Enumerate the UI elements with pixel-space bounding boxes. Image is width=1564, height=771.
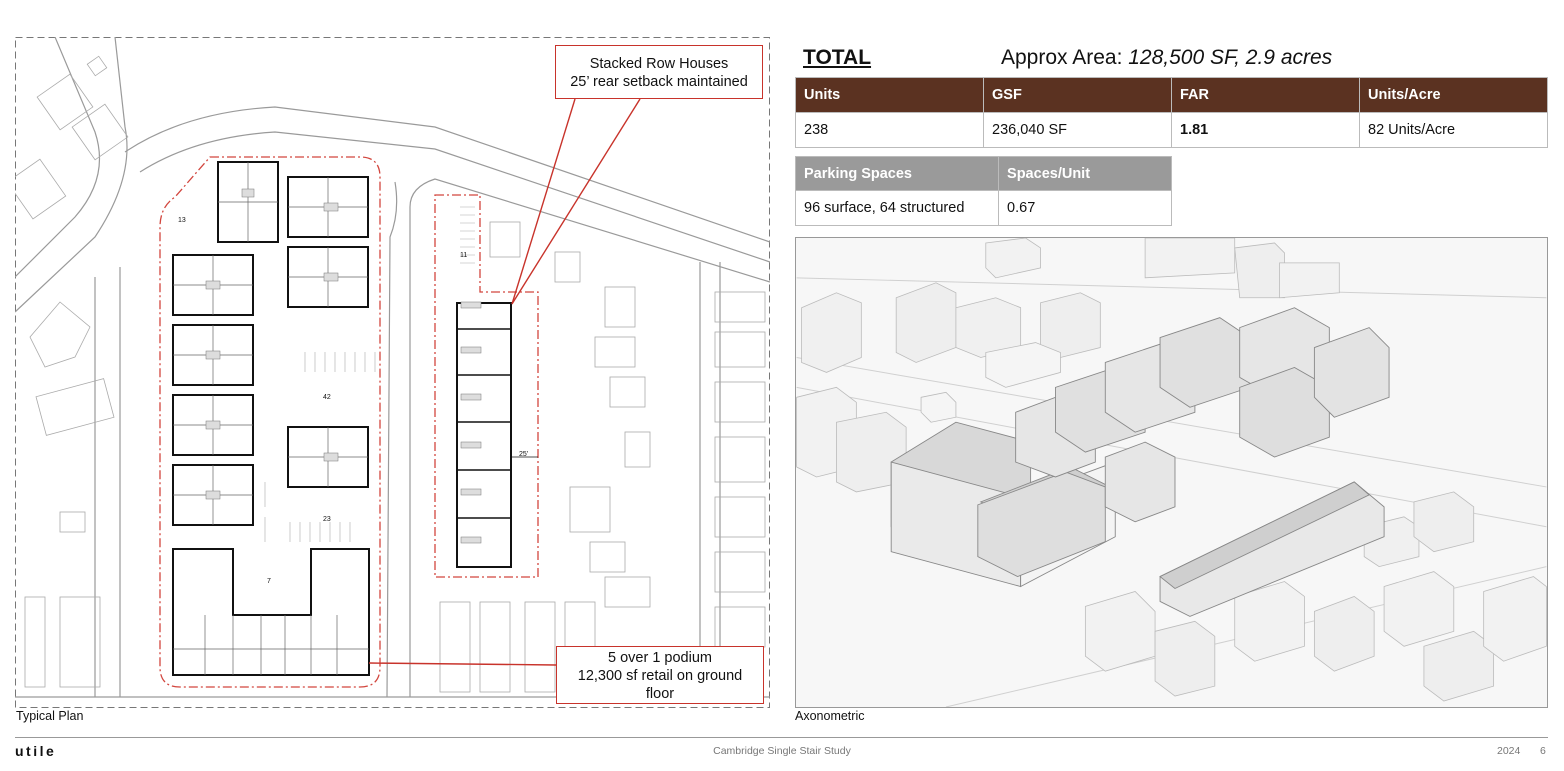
header-gsf: GSF [983, 77, 1172, 113]
callout-podium-line2: 12,300 sf retail on ground [577, 668, 743, 684]
callout-podium: 5 over 1 podium 12,300 sf retail on grou… [556, 646, 764, 704]
parking-count-42: 42 [323, 394, 331, 401]
axonometric-render [795, 237, 1548, 708]
footer-title: Cambridge Single Stair Study [713, 745, 851, 757]
header-units: Units [795, 77, 984, 113]
cell-parking-spaces: 96 surface, 64 structured [794, 190, 1000, 226]
parking-table-header: Parking Spaces Spaces/Unit [794, 156, 1172, 191]
cell-far: 1.81 [1171, 112, 1360, 148]
table-row: 238 236,040 SF 1.81 82 Units/Acre [795, 112, 1548, 148]
units-table: Units GSF FAR Units/Acre 238 236,040 SF … [795, 77, 1548, 148]
header-spaces-per-unit: Spaces/Unit [998, 156, 1172, 191]
cell-units: 238 [795, 112, 984, 148]
parking-count-13: 13 [178, 217, 186, 224]
area-value: 128,500 SF, 2.9 acres [1128, 46, 1333, 69]
cell-units-per-acre: 82 Units/Acre [1359, 112, 1548, 148]
parking-count-11: 11 [460, 252, 467, 259]
table-row: 96 surface, 64 structured 0.67 [794, 190, 1172, 226]
parking-table: Parking Spaces Spaces/Unit 96 surface, 6… [794, 156, 1172, 226]
header-units-per-acre: Units/Acre [1359, 77, 1548, 113]
site-plan: 13 42 23 7 11 25' [15, 37, 770, 708]
header-far: FAR [1171, 77, 1360, 113]
callout-podium-line3: floor [645, 686, 675, 702]
callout-podium-line1: 5 over 1 podium [608, 650, 712, 666]
callout-row-houses-line2: 25’ rear setback maintained [570, 74, 748, 90]
parking-count-7: 7 [267, 578, 271, 585]
approx-area: Approx Area: 128,500 SF, 2.9 acres [1001, 46, 1332, 70]
header-parking-spaces: Parking Spaces [794, 156, 1000, 191]
footer-year: 2024 [1497, 745, 1521, 757]
setback-label: 25' [519, 451, 528, 458]
callout-row-houses-line1: Stacked Row Houses [589, 56, 729, 72]
units-table-header: Units GSF FAR Units/Acre [795, 77, 1548, 113]
page-number: 6 [1540, 745, 1546, 757]
parking-count-23: 23 [323, 516, 331, 523]
area-label: Approx Area: [1001, 46, 1129, 69]
cell-spaces-per-unit: 0.67 [998, 190, 1172, 226]
cell-gsf: 236,040 SF [983, 112, 1172, 148]
callout-row-houses: Stacked Row Houses 25’ rear setback main… [555, 45, 763, 99]
footer-divider [15, 737, 1548, 738]
axonometric-caption: Axonometric [795, 709, 865, 723]
total-heading: TOTAL [803, 46, 872, 69]
row-houses [456, 302, 512, 568]
plan-caption: Typical Plan [16, 709, 84, 723]
